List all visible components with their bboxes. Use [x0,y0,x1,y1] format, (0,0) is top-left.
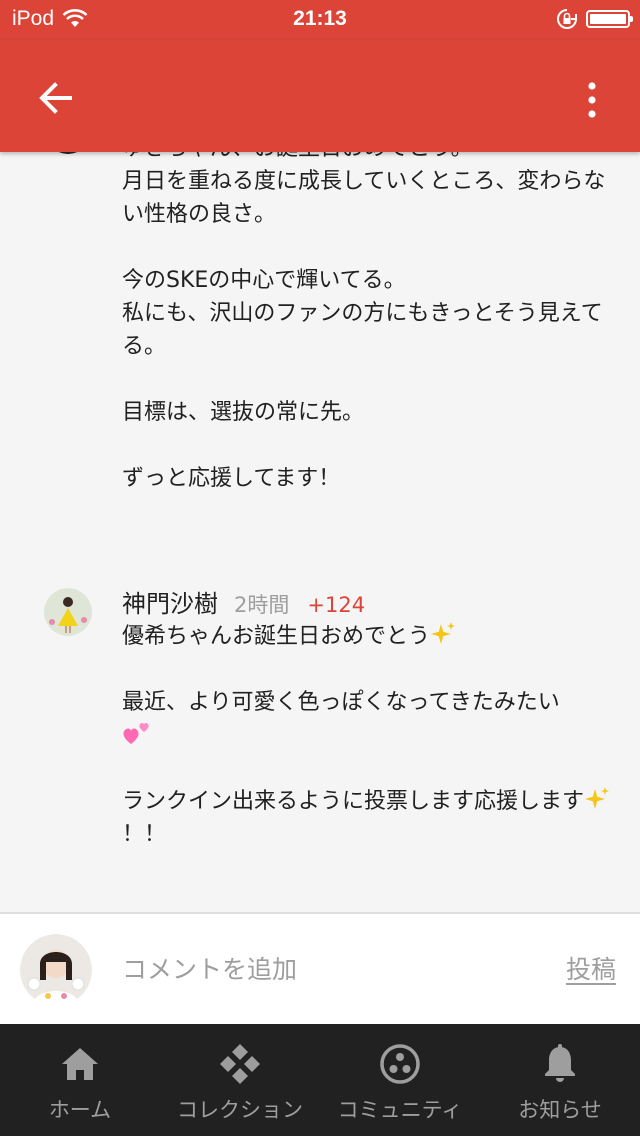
comment-header: 神門沙樹 2時間 +124 [122,584,612,620]
comment-score: +124 [307,593,366,617]
comment-time: 2時間 [234,593,290,617]
nav-label: コミュニティ [337,1098,463,1122]
comment-composer: 投稿 [0,912,640,1024]
comment-text: 優希ちゃんお誕生日おめでとう 最近、より可愛く色っぽくなってきたみたい ランクイ… [122,620,612,851]
comment-input[interactable] [120,944,544,994]
post-button[interactable]: 投稿 [566,950,616,986]
nav-community[interactable]: コミュニティ [320,1024,480,1136]
collection-icon [220,1044,260,1084]
sparkles-emoji [431,622,456,644]
battery-icon [586,10,633,28]
nav-label: お知らせ [518,1098,602,1122]
nav-home[interactable]: ホーム [0,1024,160,1136]
back-button[interactable] [32,74,80,122]
home-icon [62,1048,98,1080]
two-hearts-emoji [123,722,149,744]
comment-text: ゆきちゃん、お誕生日おめでとう。 月日を重ねる度に成長していくところ、変わらない… [122,152,606,491]
community-icon [380,1044,420,1084]
user-avatar[interactable] [20,934,92,1006]
more-options-button[interactable] [584,76,600,124]
sparkles-emoji [585,787,610,809]
rotation-lock-icon [557,9,577,29]
nav-notifications[interactable]: お知らせ [480,1024,640,1136]
bottom-navigation: ホーム コレクション コミュニティ お知らせ [0,1024,640,1136]
status-bar: iPod 21:13 [0,0,640,40]
bell-icon [545,1044,575,1082]
commenter-avatar[interactable] [44,152,92,154]
comment-list[interactable]: ゆきちゃん、お誕生日おめでとう。 月日を重ねる度に成長していくところ、変わらない… [0,152,640,912]
arrow-left-icon [39,82,72,114]
comment-author[interactable]: 神門沙樹 [122,584,218,619]
nav-label: ホーム [48,1098,112,1122]
nav-collection[interactable]: コレクション [160,1024,320,1136]
status-time: 21:13 [293,7,347,30]
more-vert-icon [588,82,596,118]
nav-label: コレクション [177,1098,303,1122]
app-toolbar [0,40,640,152]
commenter-avatar[interactable] [44,588,92,636]
